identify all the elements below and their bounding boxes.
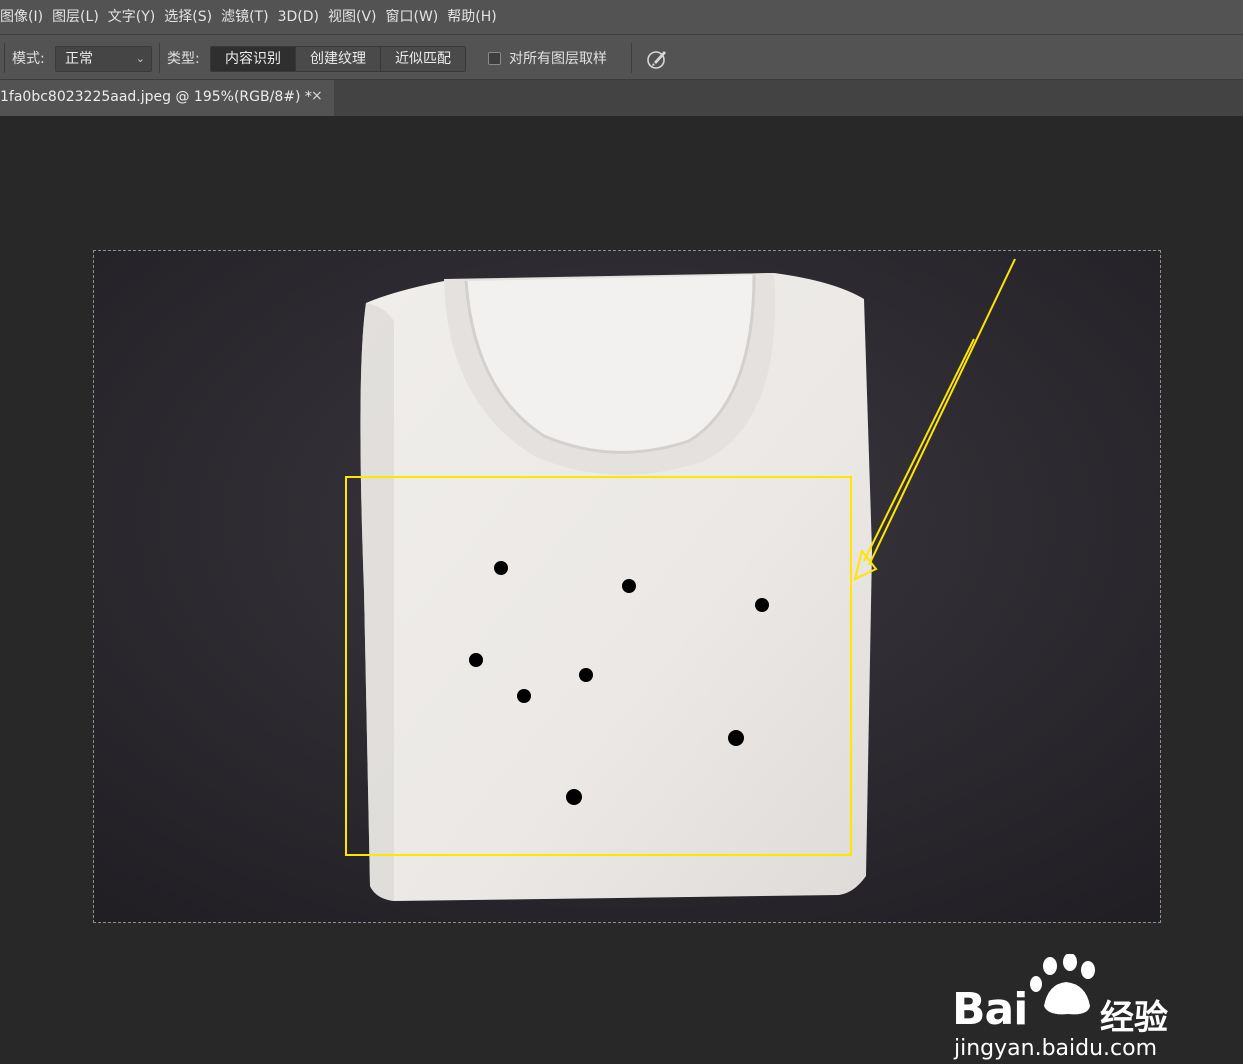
menu-type[interactable]: 文字(Y) [108, 0, 164, 34]
chevron-down-icon: ⌄ [135, 52, 145, 65]
watermark-brand-suffix: 经验 [1100, 998, 1168, 1038]
close-icon[interactable]: × [311, 88, 323, 104]
stain-dot [579, 668, 593, 682]
mode-label: 模式: [12, 51, 45, 67]
menu-filter[interactable]: 滤镜(T) [221, 0, 277, 34]
tshirt-photo [94, 251, 1160, 922]
sample-all-layers-label: 对所有图层取样 [509, 51, 607, 67]
stain-dot [728, 730, 744, 746]
pressure-size-button[interactable] [645, 47, 669, 71]
menu-image[interactable]: 图像(I) [0, 0, 52, 34]
stain-dot [622, 579, 636, 593]
options-bar: 模式: 正常 ⌄ 类型: 内容识别 创建纹理 近似匹配 对所有图层取样 [0, 34, 1243, 80]
document-tab-title: 1fa0bc8023225aad.jpeg @ 195%(RGB/8#) * [0, 89, 312, 105]
watermark-brand: Bai [952, 984, 1028, 1035]
type-segmented-control: 内容识别 创建纹理 近似匹配 [210, 46, 466, 72]
document-image[interactable] [93, 250, 1161, 923]
menu-3d[interactable]: 3D(D) [278, 0, 328, 34]
stain-dot [755, 598, 769, 612]
options-grip [4, 43, 5, 73]
mode-value: 正常 [65, 51, 93, 67]
menu-help[interactable]: 帮助(H) [447, 0, 505, 34]
menu-window[interactable]: 窗口(W) [386, 0, 448, 34]
type-content-aware-button[interactable]: 内容识别 [211, 47, 296, 71]
paw-logo-icon [1030, 954, 1095, 1015]
divider [159, 43, 160, 73]
type-label: 类型: [167, 51, 200, 67]
watermark-url: jingyan.baidu.com [954, 1036, 1158, 1061]
document-tab-bar: 1fa0bc8023225aad.jpeg @ 195%(RGB/8#) * × [0, 80, 1243, 116]
menu-view[interactable]: 视图(V) [328, 0, 386, 34]
baidu-watermark: Bai 经验 jingyan.baidu.com [952, 954, 1192, 1064]
type-proximity-match-button[interactable]: 近似匹配 [381, 47, 465, 71]
stain-dot [469, 653, 483, 667]
menu-bar: 图像(I) 图层(L) 文字(Y) 选择(S) 滤镜(T) 3D(D) 视图(V… [0, 0, 1243, 34]
canvas-area[interactable]: Bai 经验 jingyan.baidu.com [0, 116, 1243, 1061]
menu-layer[interactable]: 图层(L) [52, 0, 108, 34]
divider [631, 43, 632, 73]
document-tab[interactable]: 1fa0bc8023225aad.jpeg @ 195%(RGB/8#) * × [0, 80, 334, 116]
pressure-brush-icon [647, 51, 666, 69]
menu-select[interactable]: 选择(S) [164, 0, 221, 34]
type-create-texture-button[interactable]: 创建纹理 [296, 47, 381, 71]
stain-dot [566, 789, 582, 805]
sample-all-layers-checkbox[interactable] [488, 52, 501, 65]
mode-dropdown[interactable]: 正常 ⌄ [55, 46, 152, 72]
stain-dot [517, 689, 531, 703]
stain-dot [494, 561, 508, 575]
